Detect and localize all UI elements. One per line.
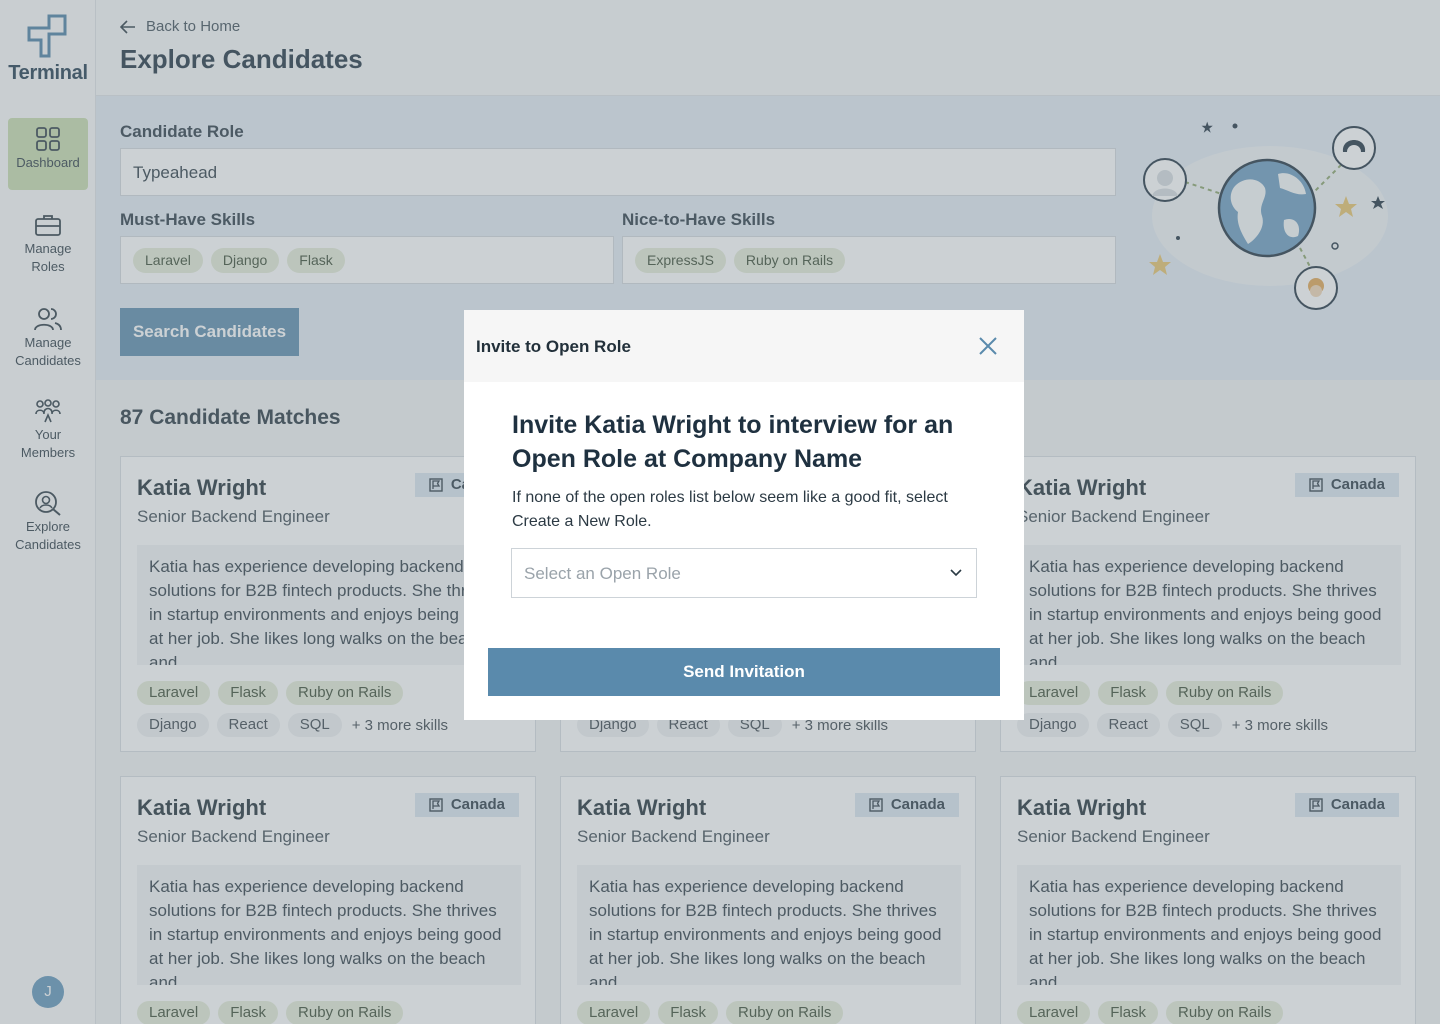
modal-heading: Invite Katia Wright to interview for an …	[512, 411, 954, 473]
modal-title: Invite to Open Role	[476, 337, 631, 356]
open-role-select[interactable]: Select an Open Role	[511, 548, 977, 598]
invite-modal: Invite to Open Role Invite Katia Wright …	[464, 310, 1024, 720]
modal-description: If none of the open roles list below see…	[512, 489, 948, 530]
close-button[interactable]	[976, 334, 1000, 358]
chevron-down-icon	[950, 569, 962, 577]
open-role-select-placeholder: Select an Open Role	[524, 564, 681, 583]
modal-header: Invite to Open Role	[464, 310, 1024, 382]
send-invitation-button[interactable]: Send Invitation	[488, 648, 1000, 696]
close-icon	[979, 337, 997, 355]
